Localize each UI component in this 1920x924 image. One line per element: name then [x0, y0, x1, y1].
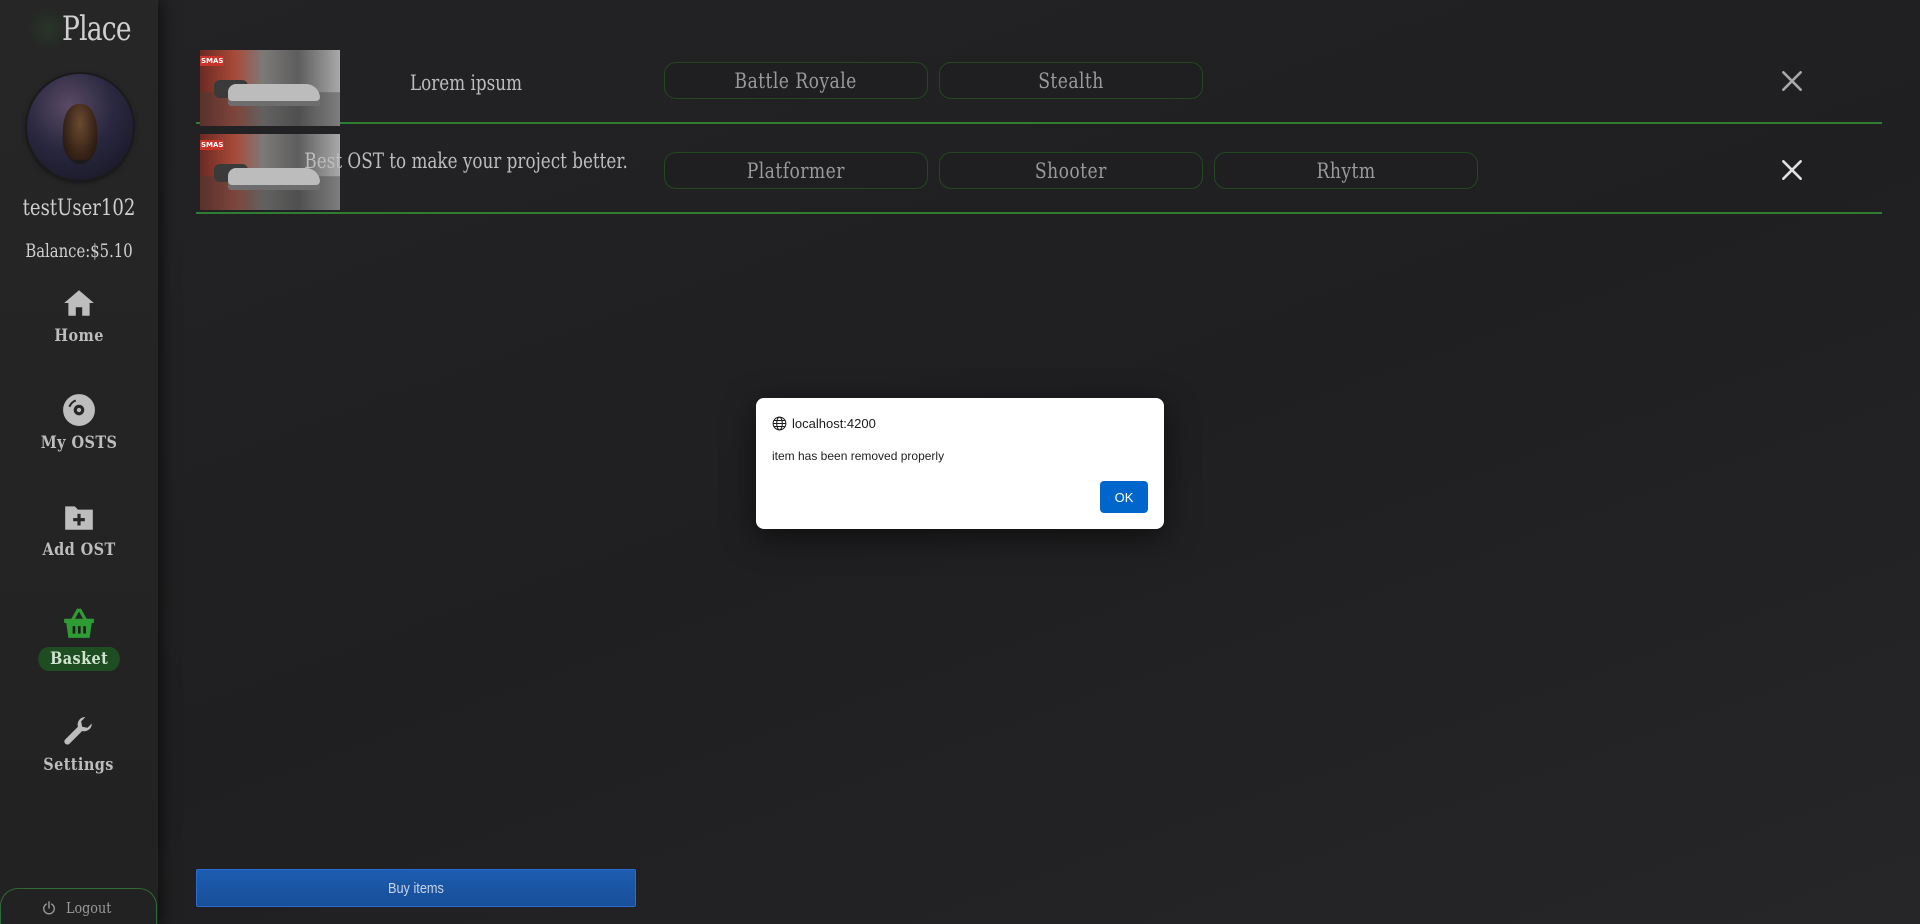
- nav-add-ost[interactable]: Add OST: [0, 500, 158, 560]
- nav-settings-label: Settings: [43, 755, 115, 775]
- nav-add-ost-label: Add OST: [42, 540, 116, 560]
- dialog-origin: localhost:4200: [772, 414, 876, 432]
- disc-icon: [63, 394, 95, 426]
- ost-title: Best OST to make your project better.: [304, 149, 628, 173]
- nav-basket[interactable]: Basket: [0, 607, 158, 671]
- nav-basket-label: Basket: [38, 647, 120, 671]
- tag-chip[interactable]: Platformer: [664, 152, 928, 189]
- tag-chip[interactable]: Stealth: [939, 62, 1203, 99]
- dialog-origin-text: localhost:4200: [792, 415, 876, 431]
- sidebar: Place testUser102 Balance:$5.10 Home My …: [0, 0, 158, 924]
- remove-item-icon[interactable]: [1779, 68, 1805, 94]
- basket-icon: [64, 608, 94, 638]
- balance: Balance:$5.10: [25, 240, 133, 262]
- dialog-ok-button[interactable]: OK: [1100, 481, 1148, 513]
- brand[interactable]: Place: [28, 4, 150, 54]
- username: testUser102: [22, 196, 136, 221]
- ost-thumbnail[interactable]: SMAS: [200, 50, 340, 126]
- nav-my-osts[interactable]: My OSTS: [0, 393, 158, 453]
- tag-chip[interactable]: Rhytm: [1214, 152, 1478, 189]
- app-root: Place testUser102 Balance:$5.10 Home My …: [0, 0, 1920, 924]
- nav-my-osts-label: My OSTS: [40, 433, 118, 453]
- remove-item-icon[interactable]: [1779, 157, 1805, 183]
- nav-home-label: Home: [54, 326, 104, 346]
- tag-chip[interactable]: Shooter: [939, 152, 1203, 189]
- nav-settings[interactable]: Settings: [0, 715, 158, 775]
- nav-home[interactable]: Home: [0, 286, 158, 346]
- tag-chip[interactable]: Battle Royale: [664, 62, 928, 99]
- logout-button[interactable]: Logout: [0, 888, 157, 924]
- home-icon: [64, 290, 94, 316]
- globe-icon: [772, 416, 787, 430]
- basket-row: SMAS Best OST to make your project bette…: [196, 132, 1882, 214]
- ost-title: Lorem ipsum: [409, 71, 523, 95]
- logout-label: Logout: [65, 898, 112, 917]
- basket-row: SMAS Lorem ipsum Battle Royale Stealth: [196, 42, 1882, 126]
- folder-plus-icon: [65, 506, 93, 530]
- power-icon: [42, 900, 55, 914]
- dialog-message: item has been removed properly: [772, 449, 945, 463]
- alert-dialog: localhost:4200 item has been removed pro…: [756, 398, 1164, 529]
- wrench-icon: [64, 717, 92, 745]
- buy-items-button[interactable]: Buy items: [196, 869, 636, 907]
- avatar[interactable]: [27, 74, 133, 180]
- brand-name: Place: [62, 9, 132, 49]
